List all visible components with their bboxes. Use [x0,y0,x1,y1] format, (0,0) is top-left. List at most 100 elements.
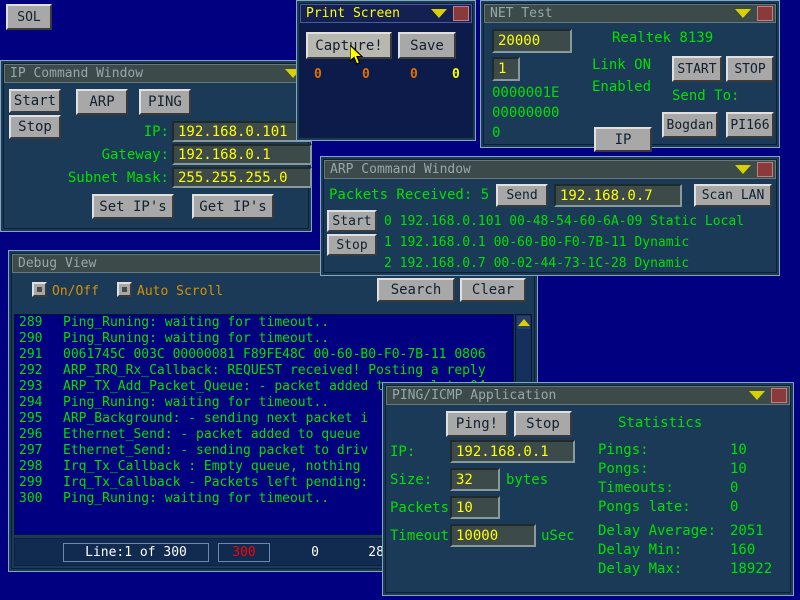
save-button[interactable]: Save [398,32,456,59]
stat-value: 18922 [730,561,773,577]
stat-row: Pongs late: 0 [598,499,788,518]
net-ip-button[interactable]: IP [594,127,652,152]
debug-log-line-number: 292 [19,363,43,378]
print-screen-title: Print Screen [306,6,400,21]
stat-label: Pongs: [598,461,649,477]
ping-packets-field[interactable]: 10 [450,496,500,519]
arp-start-button[interactable]: Start [327,210,377,232]
pi166-button[interactable]: PI166 [726,112,774,138]
chevron-down-icon[interactable] [735,165,751,174]
close-icon[interactable] [757,162,773,177]
search-button[interactable]: Search [377,278,455,302]
onoff-checkbox[interactable] [32,282,47,297]
get-ips-button[interactable]: Get IP's [192,194,274,219]
chevron-down-icon[interactable] [735,9,751,18]
net-test-titlebar[interactable]: NET Test [484,4,776,23]
status-value-b: 0 [311,545,319,560]
ip-command-titlebar[interactable]: IP Command Window [4,64,308,83]
debug-log-line-text: Ping_Runing: waiting for timeout.. [63,491,330,506]
ip-value-field[interactable]: 192.168.0.101 [172,121,312,142]
ping-icmp-window[interactable]: PING/ICMP Application Ping! Stop IP: 192… [382,382,794,596]
stat-row: Delay Min: 160 [598,542,788,561]
net-index-field[interactable]: 1 [492,57,520,81]
ping-button[interactable]: Ping! [446,411,508,437]
ping-ip-label: IP: [390,444,416,460]
print-screen-counter: 0 [314,67,322,82]
stat-value: 160 [730,542,756,558]
set-ips-button[interactable]: Set IP's [92,194,174,219]
statistics-title: Statistics [618,415,703,431]
bogdan-button[interactable]: Bogdan [662,112,718,138]
net-test-body: 20000 1 0000001E 00000000 0 Realtek 8139… [484,24,776,152]
ping-size-label: Size: [390,472,433,488]
debug-log-line-number: 297 [19,443,43,458]
net-stop-button[interactable]: STOP [726,56,774,82]
stat-value: 10 [730,461,747,477]
ip-command-body: Start Stop ARP PING IP: 192.168.0.101 Ga… [4,84,312,228]
capture-button[interactable]: Capture! [306,32,392,59]
print-screen-counter: 0 [410,67,418,82]
arp-send-button[interactable]: Send [496,184,548,207]
debug-log-line-number: 295 [19,411,43,426]
debug-log-line-text: Ethernet_Send: - packet added to queue [63,427,361,442]
debug-log-line-text: Ethernet_Send: - sending packet to driv [63,443,369,458]
ping-packets-label: Packets: [390,500,458,516]
ping-timeout-field[interactable]: 10000 [450,524,536,547]
stat-row: Timeouts: 0 [598,480,788,499]
arp-stop-button[interactable]: Stop [327,234,377,256]
subnet-value-field[interactable]: 255.255.255.0 [172,167,312,188]
print-screen-body: Capture! Save 0 0 0 0 [300,24,472,137]
stat-row: Pings: 10 [598,442,788,461]
chevron-down-icon[interactable] [431,9,447,18]
arp-entry-list: 0 192.168.0.101 00-48-54-60-6A-09 Static… [384,211,744,274]
autoscroll-checkbox[interactable] [117,282,132,297]
ping-size-field[interactable]: 32 [450,468,500,491]
net-test-title: NET Test [490,6,553,21]
scroll-up-button[interactable] [517,316,530,329]
net-enabled-status: Enabled [592,79,652,95]
gateway-value-field[interactable]: 192.168.0.1 [172,144,312,165]
ip-command-title: IP Command Window [10,66,144,81]
ping-icmp-titlebar[interactable]: PING/ICMP Application [386,386,790,405]
ip-command-window[interactable]: IP Command Window Start Stop ARP PING IP… [0,60,312,232]
close-icon[interactable] [757,6,773,21]
arp-table-row: 2 192.168.0.7 00-02-44-73-1C-28 Dynamic [384,256,690,271]
debug-log-line: 292 ARP_IRQ_Rx_Callback: REQUEST received… [15,363,513,379]
scan-lan-button[interactable]: Scan LAN [694,184,772,207]
ip-start-button[interactable]: Start [9,89,61,113]
stat-label: Pings: [598,442,649,458]
close-icon[interactable] [453,6,469,21]
ping-icmp-title: PING/ICMP Application [392,388,557,403]
debug-log-line-text: Ping_Runing: waiting for timeout.. [63,315,330,330]
ping-ip-field[interactable]: 192.168.0.1 [450,440,575,463]
print-screen-counter: 0 [362,67,370,82]
chevron-down-icon[interactable] [749,391,765,400]
ping-stats-list: Pings: 10 Pongs: 10 Timeouts: 0 Pongs late: 0 [598,442,788,518]
debug-log-line-number: 293 [19,379,43,394]
subnet-label: Subnet Mask: [67,170,169,186]
status-total-count: 300 [218,543,270,562]
net-count-field[interactable]: 20000 [492,29,572,53]
arp-target-ip-field[interactable]: 192.168.0.7 [554,184,682,207]
close-icon[interactable] [771,388,787,403]
triangle-up-icon [517,319,530,326]
debug-log-line-number: 290 [19,331,43,346]
stat-value: 0 [730,480,739,496]
print-screen-window[interactable]: Print Screen Capture! Save 0 0 0 0 [296,0,476,141]
onoff-label: On/Off [52,284,99,299]
arp-command-window[interactable]: ARP Command Window Packets Received: 5 S… [320,156,780,276]
clear-button[interactable]: Clear [460,278,526,302]
arp-command-title: ARP Command Window [330,162,471,177]
sol-button[interactable]: SOL [6,4,52,30]
print-screen-titlebar[interactable]: Print Screen [300,4,472,23]
arp-button[interactable]: ARP [76,89,128,115]
net-register-1: 0000001E [492,85,560,101]
ping-stop-button[interactable]: Stop [514,411,572,437]
net-test-window[interactable]: NET Test 20000 1 0000001E 00000000 0 Rea… [480,0,780,152]
stat-label: Pongs late: [598,499,691,515]
net-start-button[interactable]: START [672,56,722,82]
status-line-indicator: Line:1 of 300 [63,543,209,562]
arp-command-titlebar[interactable]: ARP Command Window [324,160,776,179]
net-chip-label: Realtek 8139 [612,30,714,46]
ping-button[interactable]: PING [139,89,191,115]
